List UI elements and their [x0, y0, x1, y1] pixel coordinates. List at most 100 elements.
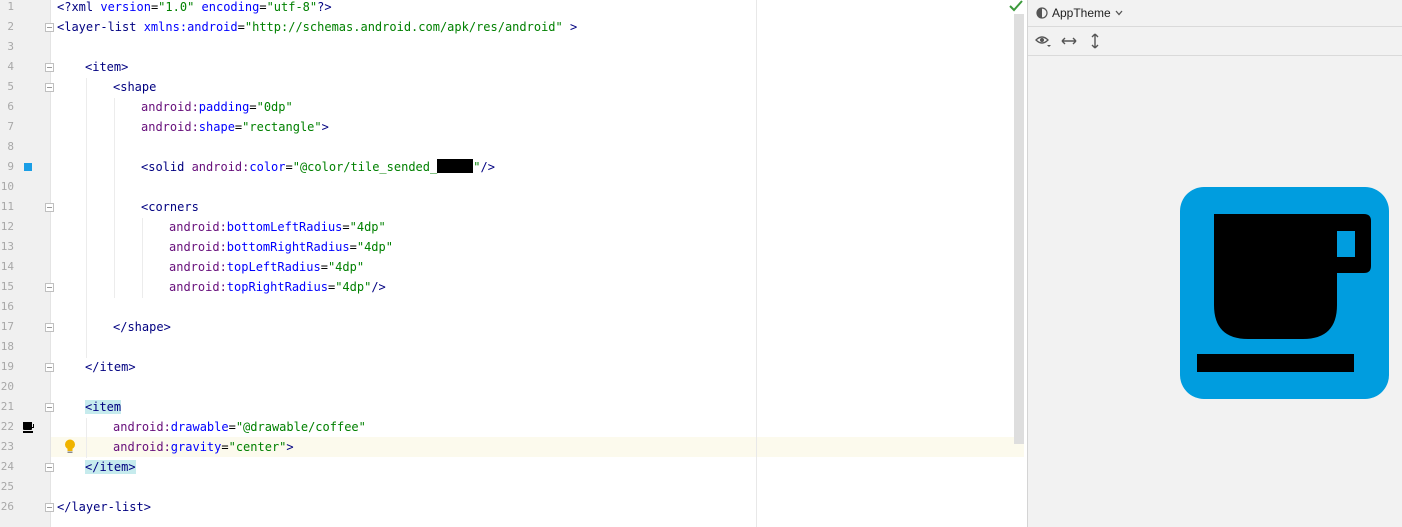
line-number: 11 — [0, 200, 14, 213]
line-number: 9 — [7, 160, 14, 173]
line-number: 22 — [0, 420, 14, 433]
equals-sign: = — [259, 0, 267, 14]
line-number: 10 — [0, 180, 14, 193]
code-line-23[interactable]: android:gravity="center"> — [113, 437, 294, 457]
fold-marker[interactable] — [45, 463, 54, 472]
code-line-12[interactable]: android:bottomLeftRadius="4dp" — [169, 217, 386, 237]
code-editor[interactable]: 1 2 3 4 5 6 7 8 9 10 11 12 13 14 15 16 17 18 19 20 21 22 23 24 2… — [0, 0, 1024, 527]
theme-label: AppTheme — [1052, 6, 1111, 20]
code-line-7[interactable]: android:shape="rectangle"> — [141, 117, 329, 137]
fold-marker[interactable] — [45, 83, 54, 92]
line-number: 2 — [7, 20, 14, 33]
code-line-11[interactable]: <corners — [141, 197, 199, 217]
vertical-scrollbar[interactable] — [1014, 14, 1024, 444]
horizontal-resize-icon[interactable] — [1060, 33, 1078, 49]
drawable-preview-tile — [1180, 187, 1389, 399]
attribute-value: "utf-8" — [266, 0, 318, 14]
line-number: 4 — [7, 60, 14, 73]
fold-marker[interactable] — [45, 503, 54, 512]
line-number: 13 — [0, 240, 14, 253]
line-number: 19 — [0, 360, 14, 373]
equals-sign: = — [221, 440, 229, 454]
inspection-ok-icon[interactable] — [1009, 0, 1023, 12]
attribute-value: "rectangle" — [242, 120, 322, 134]
code-line-19[interactable]: </item> — [85, 357, 136, 377]
line-number: 7 — [7, 120, 14, 133]
equals-sign: = — [249, 100, 257, 114]
color-swatch-icon[interactable] — [24, 163, 32, 171]
attribute-name: shape — [198, 120, 235, 134]
preview-toolbar-top: AppTheme — [1028, 0, 1402, 27]
theme-selector[interactable]: AppTheme — [1036, 4, 1123, 22]
preview-toolbar-bottom — [1028, 27, 1402, 56]
chevron-down-icon — [1115, 10, 1123, 16]
equals-sign: = — [320, 260, 328, 274]
fold-marker[interactable] — [45, 363, 54, 372]
attribute-value: "4dp" — [356, 240, 393, 254]
line-number: 18 — [0, 340, 14, 353]
tag-close: /> — [480, 160, 495, 174]
attribute-name: drawable — [170, 420, 229, 434]
namespace-prefix: android: — [169, 260, 227, 274]
namespace-prefix: android: — [141, 120, 199, 134]
code-line-15[interactable]: android:topRightRadius="4dp"/> — [169, 277, 386, 297]
line-number: 25 — [0, 480, 14, 493]
namespace-prefix: android: — [113, 420, 171, 434]
xml-declaration-close: ?> — [317, 0, 332, 14]
tag-open: <solid — [141, 160, 192, 174]
code-line-5[interactable]: <shape — [113, 77, 156, 97]
line-number: 17 — [0, 320, 14, 333]
indent-guide — [86, 78, 87, 358]
code-line-13[interactable]: android:bottomRightRadius="4dp" — [169, 237, 393, 257]
attribute-value: "1.0" — [158, 0, 195, 14]
fold-marker[interactable] — [45, 323, 54, 332]
matched-tag-highlight: </item> — [85, 460, 136, 474]
code-line-9[interactable]: <solid android:color="@color/tile_sended… — [141, 157, 495, 177]
fold-marker[interactable] — [45, 63, 54, 72]
attribute-name: color — [249, 160, 286, 174]
coffee-gutter-icon[interactable] — [22, 422, 35, 433]
fold-marker[interactable] — [45, 283, 54, 292]
redacted-block — [437, 159, 474, 173]
equals-sign: = — [342, 220, 350, 234]
eye-icon[interactable] — [1034, 33, 1052, 49]
attribute-value: "4dp" — [327, 260, 365, 274]
attribute-name: gravity — [170, 440, 222, 454]
code-line-6[interactable]: android:padding="0dp" — [141, 97, 293, 117]
code-line-21[interactable]: <item — [85, 397, 122, 417]
fold-marker[interactable] — [45, 23, 54, 32]
code-line-17[interactable]: </shape> — [113, 317, 171, 337]
attribute-value: "http://schemas.android.com/apk/res/andr… — [244, 20, 563, 34]
line-number: 12 — [0, 220, 14, 233]
line-number: 6 — [7, 100, 14, 113]
attribute-name: android — [187, 20, 238, 34]
code-line-26[interactable]: </layer-list> — [57, 497, 151, 517]
line-number: 20 — [0, 380, 14, 393]
namespace-prefix: android: — [169, 220, 227, 234]
line-number: 14 — [0, 260, 14, 273]
line-number: 1 — [7, 0, 14, 13]
code-line-2[interactable]: <layer-list xmlns:android="http://schema… — [57, 17, 577, 37]
attribute-name: bottomLeftRadius — [226, 220, 343, 234]
tag-open: <layer-list — [57, 20, 144, 34]
attribute-name: topLeftRadius — [226, 260, 321, 274]
line-number: 16 — [0, 300, 14, 313]
line-number: 24 — [0, 460, 14, 473]
tag-close: > — [562, 20, 578, 34]
theme-icon — [1036, 7, 1048, 19]
code-line-22[interactable]: android:drawable="@drawable/coffee" — [113, 417, 366, 437]
fold-marker[interactable] — [45, 203, 54, 212]
namespace-prefix: android: — [113, 440, 171, 454]
fold-marker[interactable] — [45, 403, 54, 412]
xml-declaration-open: <?xml — [57, 0, 101, 14]
code-line-14[interactable]: android:topLeftRadius="4dp" — [169, 257, 364, 277]
lightbulb-icon[interactable] — [64, 439, 76, 455]
vertical-resize-icon[interactable] — [1086, 33, 1104, 49]
indent-guide — [86, 418, 87, 458]
code-line-4[interactable]: <item> — [85, 57, 128, 77]
code-line-24[interactable]: </item> — [85, 457, 136, 477]
code-line-1[interactable]: <?xml version="1.0" encoding="utf-8"?> — [57, 0, 332, 17]
line-number: 21 — [0, 400, 14, 413]
right-margin-guide — [756, 0, 757, 527]
